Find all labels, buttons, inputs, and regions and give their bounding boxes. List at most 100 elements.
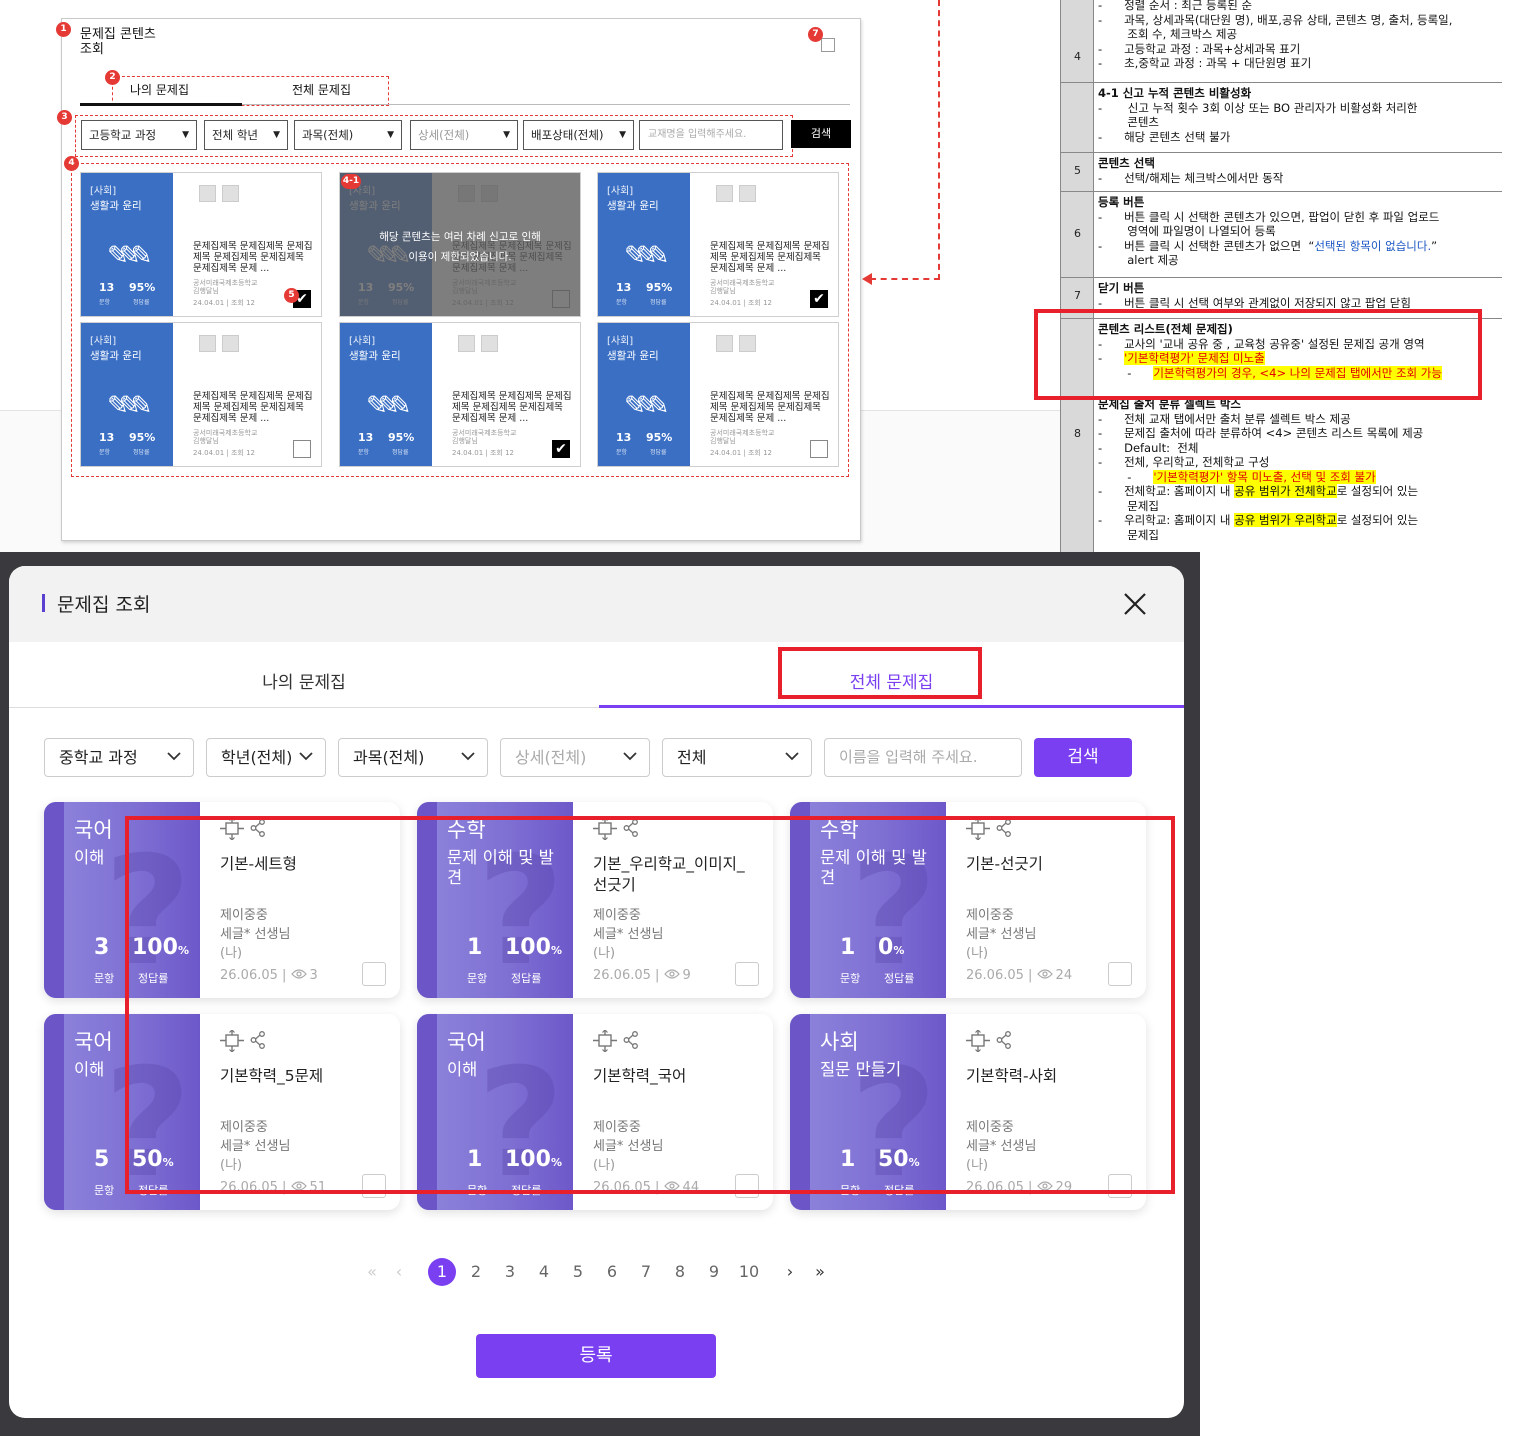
search-button[interactable]: 검색 bbox=[791, 120, 851, 148]
annotation-badge: 1 bbox=[56, 22, 71, 37]
card-meta: 24.04.01 | 조회 12 bbox=[193, 449, 255, 457]
search-button[interactable]: 검색 bbox=[1034, 738, 1132, 777]
spec-line: - 정렬 순서 : 최근 등록된 순 bbox=[1098, 0, 1253, 12]
card-rate: 95% bbox=[646, 281, 673, 294]
spec-line: - 선택/해제는 체크박스에서만 동작 bbox=[1098, 170, 1284, 185]
card-count: 5 bbox=[94, 1147, 110, 1172]
course-select[interactable]: 고등학교 과정 ▼ bbox=[81, 120, 197, 150]
card-rate: 95% bbox=[388, 431, 415, 444]
spec-line: - Default: 전체 bbox=[1098, 440, 1199, 455]
card-category: [사회] bbox=[90, 336, 117, 347]
course-select[interactable]: 중학교 과정 bbox=[44, 738, 194, 777]
pagination-page[interactable]: 7 bbox=[636, 1258, 656, 1286]
pencil-icon: ✎✎✎ bbox=[107, 391, 152, 421]
annotation-badge: 3 bbox=[57, 110, 72, 125]
card-subject: 생활과 윤리 bbox=[607, 200, 659, 212]
search-input[interactable]: 이름을 입력해 주세요. bbox=[824, 738, 1022, 777]
distribution-select[interactable]: 배포상태(전체) ▼ bbox=[523, 120, 634, 150]
pagination-page[interactable]: 2 bbox=[466, 1258, 486, 1286]
annotation-highlight-box bbox=[778, 647, 982, 699]
card-subject: 국어 bbox=[74, 1030, 113, 1054]
close-checkbox[interactable] bbox=[821, 38, 835, 52]
spec-line: - 문제집 출처에 따라 분류하여 <4> 콘텐츠 리스트 목록에 제공 bbox=[1098, 426, 1424, 440]
subject-select[interactable]: 과목(전체) bbox=[338, 738, 488, 777]
card-count-label: 문항 bbox=[99, 299, 111, 306]
spec-line: 문제집 bbox=[1098, 527, 1159, 542]
card-title: 문제집제목 문제집제목 문제집제목 문제집제목 문제집제목 문제집제목 문제 .… bbox=[710, 241, 830, 274]
card-checkbox[interactable]: ✔ bbox=[810, 290, 828, 308]
image-placeholder-icon bbox=[222, 335, 239, 352]
spec-line: - 버튼 클릭 시 선택한 콘텐츠가 있으면, 팝업이 닫힌 후 파일 업로드 bbox=[1098, 209, 1440, 224]
pagination-page[interactable]: 4 bbox=[534, 1258, 554, 1286]
wire-card[interactable]: [사회]생활과 윤리✎✎✎1395%문항정답률문제집제목 문제집제목 문제집제목… bbox=[597, 172, 839, 317]
spec-table: 4 - 정렬 순서 : 최근 등록된 순 - 과목, 상세과목(대단원 명), … bbox=[1034, 0, 1502, 552]
card-count-label: 문항 bbox=[616, 299, 628, 306]
card-count-label: 문항 bbox=[94, 1184, 115, 1197]
pagination-page[interactable]: 10 bbox=[736, 1258, 762, 1286]
dropdown-arrow-icon: ▼ bbox=[503, 130, 510, 140]
pagination-page[interactable]: 8 bbox=[670, 1258, 690, 1286]
wire-card[interactable]: [사회]생활과 윤리✎✎✎1395%문항정답률문제집제목 문제집제목 문제집제목… bbox=[80, 322, 322, 467]
pagination-page[interactable]: 3 bbox=[500, 1258, 520, 1286]
chevron-down-icon bbox=[785, 752, 799, 761]
pagination-page[interactable]: 9 bbox=[704, 1258, 724, 1286]
dropdown-arrow-icon: ▼ bbox=[273, 130, 280, 140]
tab-active-indicator bbox=[80, 103, 242, 106]
card-checkbox[interactable] bbox=[810, 440, 828, 458]
pagination-prev[interactable]: ‹ bbox=[391, 1258, 407, 1286]
wire-card[interactable]: [사회]생활과 윤리✎✎✎1395%문항정답률문제집제목 문제집제목 문제집제목… bbox=[80, 172, 322, 317]
dropdown-arrow-icon: ▼ bbox=[387, 130, 394, 140]
annotation-highlight-box bbox=[125, 816, 1175, 1194]
spec-line: - 버튼 클릭 시 선택 여부와 관계없이 저장되지 않고 팝업 닫힘 bbox=[1098, 295, 1411, 309]
annotation-badge: 4 bbox=[64, 156, 79, 171]
register-button[interactable]: 등록 bbox=[476, 1334, 716, 1378]
card-meta: 24.04.01 | 조회 12 bbox=[193, 299, 255, 307]
card-checkbox[interactable]: ✔ bbox=[552, 440, 570, 458]
spec-line: - 초,중학교 과정 : 과목 + 대단원명 표기 bbox=[1098, 56, 1312, 70]
grade-select[interactable]: 학년(전체) bbox=[206, 738, 326, 777]
subject-select[interactable]: 과목(전체) ▼ bbox=[294, 120, 402, 150]
spec-line: 조회 수, 체크박스 제공 bbox=[1098, 27, 1238, 41]
chevron-down-icon bbox=[167, 752, 181, 761]
spec-row-4-1: 4-1 신고 누적 콘텐츠 비활성화 - 신고 누적 횟수 3회 이상 또는 B… bbox=[1098, 86, 1493, 144]
wire-card[interactable]: [사회]생활과 윤리✎✎✎1395%문항정답률문제집제목 문제집제목 문제집제목… bbox=[339, 172, 581, 317]
card-meta: 24.04.01 | 조회 12 bbox=[452, 449, 514, 457]
wire-card[interactable]: [사회]생활과 윤리✎✎✎1395%문항정답률문제집제목 문제집제목 문제집제목… bbox=[597, 322, 839, 467]
grade-select[interactable]: 전체 학년 ▼ bbox=[204, 120, 288, 150]
modal-header: 문제집 조회 bbox=[9, 566, 1184, 642]
spec-row-4: - 정렬 순서 : 최근 등록된 순 - 과목, 상세과목(대단원 명), 배포… bbox=[1098, 0, 1493, 71]
image-placeholder-icon bbox=[199, 185, 216, 202]
spec-line: - 고등학교 과정 : 과목+상세과목 표기 bbox=[1098, 41, 1301, 56]
pagination-page[interactable]: 6 bbox=[602, 1258, 622, 1286]
pagination-next[interactable]: › bbox=[782, 1258, 798, 1286]
card-meta: 24.04.01 | 조회 12 bbox=[710, 449, 772, 457]
card-rate: 95% bbox=[129, 431, 156, 444]
card-count-label: 문항 bbox=[99, 449, 111, 456]
title-accent-bar bbox=[42, 594, 45, 612]
tab-my-workbook[interactable]: 나의 문제집 bbox=[9, 659, 599, 707]
wire-card[interactable]: [사회]생활과 윤리✎✎✎1395%문항정답률문제집제목 문제집제목 문제집제목… bbox=[339, 322, 581, 467]
card-meta: 24.04.01 | 조회 12 bbox=[710, 299, 772, 307]
card-category: [사회] bbox=[90, 186, 117, 197]
card-checkbox[interactable] bbox=[293, 440, 311, 458]
card-category: [사회] bbox=[607, 336, 634, 347]
source-select[interactable]: 전체 bbox=[662, 738, 812, 777]
pagination-page[interactable]: 1 bbox=[428, 1258, 456, 1286]
tab-my-workbook[interactable]: 나의 문제집 bbox=[130, 81, 189, 98]
blocked-message: 해당 콘텐츠는 여러 차례 신고로 인해 이용이 제한되었습니다. bbox=[379, 231, 541, 263]
image-placeholder-icon bbox=[199, 335, 216, 352]
pagination-last[interactable]: » bbox=[810, 1258, 830, 1286]
spec-line: - 우리학교: 홈페이지 내 공유 범위가 우리학교로 설정되어 있는 bbox=[1098, 513, 1419, 527]
close-button[interactable] bbox=[1119, 588, 1151, 620]
detail-select[interactable]: 상세(전체) ▼ bbox=[410, 120, 518, 150]
pagination-page[interactable]: 5 bbox=[568, 1258, 588, 1286]
wireframe-title: 문제집 콘텐츠 조회 bbox=[80, 27, 156, 57]
wireframe-popup: 1 문제집 콘텐츠 조회 7 2 나의 문제집 전체 문제집 3 고등학교 과정… bbox=[56, 18, 861, 541]
spec-line: - 버튼 클릭 시 선택한 콘텐츠가 없으면 “선택된 항목이 없습니다.” bbox=[1098, 238, 1438, 253]
pagination-first[interactable]: « bbox=[363, 1258, 381, 1286]
detail-select[interactable]: 상세(전체) bbox=[500, 738, 650, 777]
card-count-label: 문항 bbox=[94, 972, 115, 985]
annotation-badge: 7 bbox=[808, 27, 823, 42]
tab-all-workbook[interactable]: 전체 문제집 bbox=[292, 81, 351, 98]
search-input[interactable]: 교재명을 입력해주세요. bbox=[639, 120, 783, 150]
